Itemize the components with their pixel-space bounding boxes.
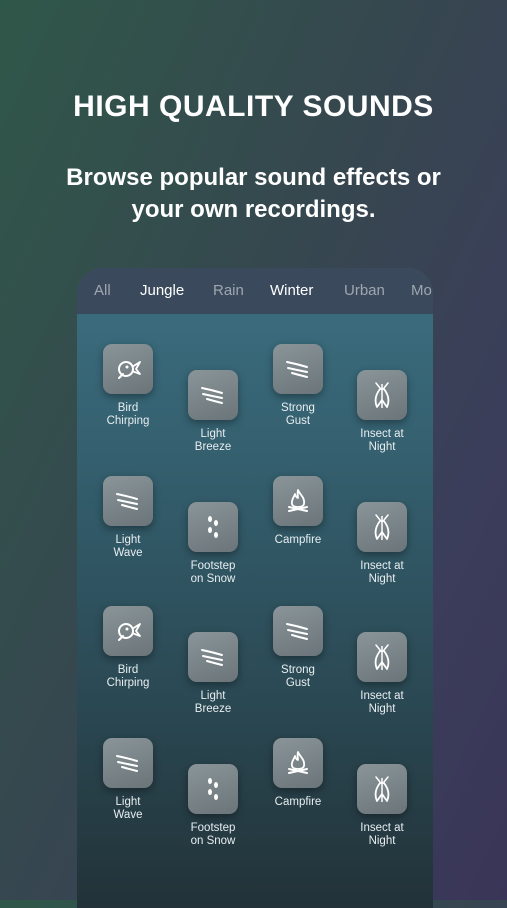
fire-icon[interactable] <box>273 738 323 788</box>
sound-item[interactable]: Light Wave <box>86 476 170 560</box>
sound-item[interactable]: Insect at Night <box>340 632 424 716</box>
sound-label: Campfire <box>274 796 322 808</box>
tab-rain[interactable]: Rain <box>213 282 244 299</box>
footsteps-icon[interactable] <box>188 764 238 814</box>
bird-icon[interactable] <box>103 606 153 656</box>
wind-icon[interactable] <box>273 344 323 394</box>
sound-label: Footstep on Snow <box>190 822 236 847</box>
sound-label: Insect at Night <box>360 690 404 715</box>
insect-icon[interactable] <box>357 632 407 682</box>
sound-label: Insect at Night <box>360 822 404 847</box>
sound-label: Insect at Night <box>360 560 404 585</box>
phone-preview: All Jungle Rain Winter Urban Mo Bird Chi… <box>77 268 433 908</box>
sound-label: Light Wave <box>113 796 143 821</box>
sound-item[interactable]: Insect at Night <box>340 764 424 848</box>
sound-item[interactable]: Strong Gust <box>256 344 340 428</box>
sound-label: Light Breeze <box>194 690 232 715</box>
sound-label: Bird Chirping <box>106 664 150 689</box>
insect-icon[interactable] <box>357 370 407 420</box>
sound-label: Campfire <box>274 534 322 546</box>
insect-icon[interactable] <box>357 764 407 814</box>
sound-item[interactable]: Bird Chirping <box>86 606 170 690</box>
page-title: HIGH QUALITY SOUNDS <box>73 90 434 123</box>
bird-icon[interactable] <box>103 344 153 394</box>
wind-icon[interactable] <box>103 476 153 526</box>
category-tabs: All Jungle Rain Winter Urban Mo <box>77 268 433 314</box>
sound-item[interactable]: Insect at Night <box>340 370 424 454</box>
sound-item[interactable]: Footstep on Snow <box>171 502 255 586</box>
sound-item[interactable]: Light Breeze <box>171 632 255 716</box>
footsteps-icon[interactable] <box>188 502 238 552</box>
tab-winter[interactable]: Winter <box>270 282 313 299</box>
sound-item[interactable]: Bird Chirping <box>86 344 170 428</box>
sound-item[interactable]: Strong Gust <box>256 606 340 690</box>
sound-label: Light Wave <box>113 534 143 559</box>
wind-icon[interactable] <box>188 370 238 420</box>
sound-item[interactable]: Campfire <box>256 476 340 547</box>
sound-item[interactable]: Insect at Night <box>340 502 424 586</box>
insect-icon[interactable] <box>357 502 407 552</box>
sound-label: Strong Gust <box>281 402 315 427</box>
tab-all[interactable]: All <box>94 282 111 299</box>
sound-item[interactable]: Light Wave <box>86 738 170 822</box>
sound-label: Bird Chirping <box>106 402 150 427</box>
page-subtitle: Browse popular sound effects or your own… <box>66 164 441 223</box>
wind-icon[interactable] <box>188 632 238 682</box>
sound-label: Footstep on Snow <box>190 560 236 585</box>
tab-urban[interactable]: Urban <box>344 282 385 299</box>
tab-jungle[interactable]: Jungle <box>140 282 184 299</box>
sound-item[interactable]: Campfire <box>256 738 340 809</box>
sound-label: Strong Gust <box>281 664 315 689</box>
tab-more[interactable]: Mo <box>411 282 432 299</box>
sound-label: Insect at Night <box>360 428 404 453</box>
sound-item[interactable]: Footstep on Snow <box>171 764 255 848</box>
wind-icon[interactable] <box>103 738 153 788</box>
wind-icon[interactable] <box>273 606 323 656</box>
sound-item[interactable]: Light Breeze <box>171 370 255 454</box>
sound-label: Light Breeze <box>194 428 232 453</box>
fire-icon[interactable] <box>273 476 323 526</box>
